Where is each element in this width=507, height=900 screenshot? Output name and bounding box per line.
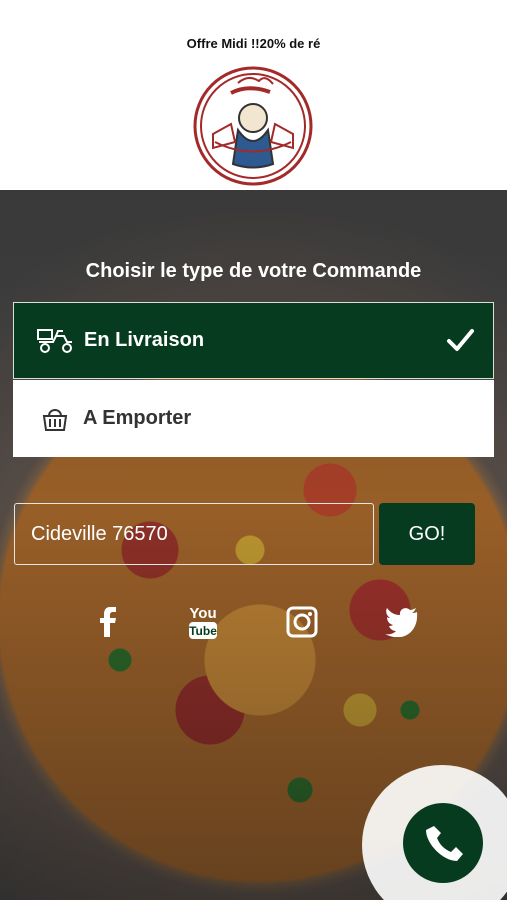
takeaway-label: A Emporter [83, 407, 192, 429]
delivery-label: En Livraison [84, 329, 205, 351]
promo-banner: Offre Midi !!20% de ré [186, 36, 321, 51]
takeaway-option[interactable]: A Emporter [13, 380, 494, 457]
go-button[interactable]: GO! [379, 503, 475, 565]
delivery-scooter-icon [36, 328, 76, 354]
top-header: Offre Midi !!20% de ré [0, 0, 507, 190]
call-button[interactable] [403, 803, 483, 883]
instagram-icon[interactable] [280, 600, 324, 644]
svg-text:Tube: Tube [189, 624, 217, 638]
phone-icon [426, 826, 463, 861]
facebook-icon[interactable] [86, 600, 130, 644]
pizza-background: Choisir le type de votre Commande En Liv… [0, 190, 507, 900]
selected-check-icon [445, 325, 475, 355]
delivery-option[interactable]: En Livraison [13, 302, 494, 379]
twitter-icon[interactable] [380, 600, 424, 644]
restaurant-logo [193, 66, 313, 186]
address-input[interactable] [14, 503, 374, 565]
basket-icon [35, 406, 75, 432]
svg-text:You: You [189, 605, 216, 622]
order-type-heading: Choisir le type de votre Commande [85, 260, 422, 282]
youtube-icon[interactable]: You Tube [181, 600, 225, 644]
